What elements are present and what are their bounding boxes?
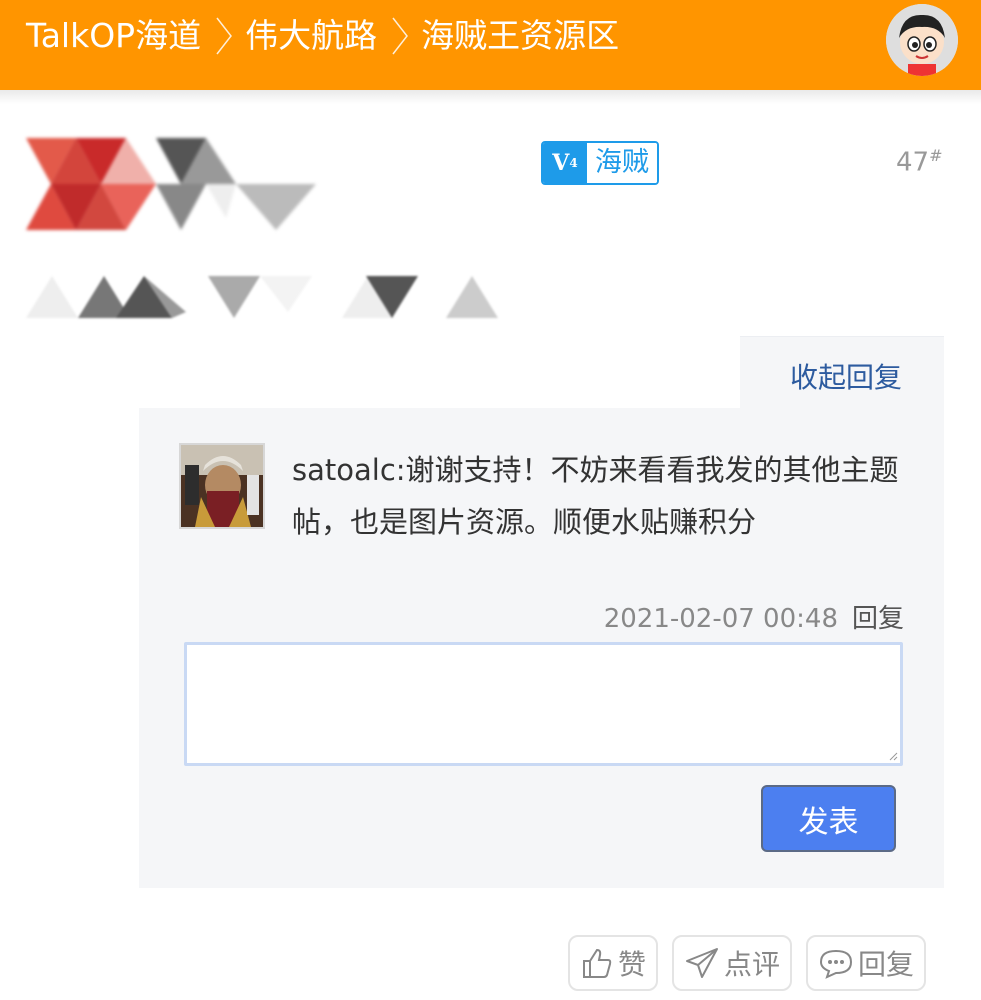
reply-label: 回复 <box>858 948 915 981</box>
reply-author-avatar[interactable] <box>179 443 265 529</box>
reply-timestamp: 2021-02-07 00:48 <box>603 604 838 634</box>
breadcrumb-site[interactable]: TalkOP海道 <box>26 14 201 58</box>
collapse-replies-link[interactable]: 收起回复 <box>790 356 902 396</box>
reply-meta: 2021-02-07 00:48 回复 <box>604 598 904 635</box>
reply-to-reply-link[interactable]: 回复 <box>852 604 904 634</box>
resize-grip-icon[interactable] <box>888 751 898 761</box>
breadcrumb-section[interactable]: 伟大航路 <box>245 14 377 58</box>
user-avatar[interactable] <box>886 4 958 76</box>
breadcrumb-forum[interactable]: 海贼王资源区 <box>421 14 619 58</box>
user-level-badge: V4 海贼 <box>541 141 659 185</box>
reply-button[interactable]: 回复 <box>806 935 927 991</box>
chevron-right-icon <box>377 14 421 58</box>
chevron-right-icon <box>201 14 245 58</box>
reply-textarea[interactable] <box>184 642 903 766</box>
like-label: 赞 <box>618 948 647 981</box>
comment-button[interactable]: 点评 <box>672 935 793 991</box>
post-actions: 赞 点评 回复 <box>568 935 927 991</box>
chat-bubble-icon <box>820 949 853 979</box>
paper-plane-icon <box>686 948 719 978</box>
comment-label: 点评 <box>724 948 781 981</box>
floor-number: 47# <box>896 146 943 178</box>
post-content-pixelated <box>26 272 506 322</box>
reply-text: satoalc:谢谢支持！不妨来看看我发的其他主题帖，也是图片资源。顺便水贴赚积… <box>292 453 899 539</box>
post-author-pixelated <box>26 138 316 230</box>
replies-panel: satoalc:谢谢支持！不妨来看看我发的其他主题帖，也是图片资源。顺便水贴赚积… <box>139 408 944 888</box>
collapse-replies-tab[interactable]: 收起回复 <box>740 336 944 412</box>
breadcrumb: TalkOP海道 伟大航路 海贼王资源区 <box>26 14 619 58</box>
thumbs-up-icon <box>583 948 612 978</box>
like-button[interactable]: 赞 <box>568 935 659 991</box>
vip-icon: V4 <box>543 143 587 183</box>
badge-label: 海贼 <box>587 143 657 183</box>
header-shadow <box>0 90 981 104</box>
submit-reply-button[interactable]: 发表 <box>761 785 896 852</box>
top-nav-bar: TalkOP海道 伟大航路 海贼王资源区 <box>0 0 981 90</box>
